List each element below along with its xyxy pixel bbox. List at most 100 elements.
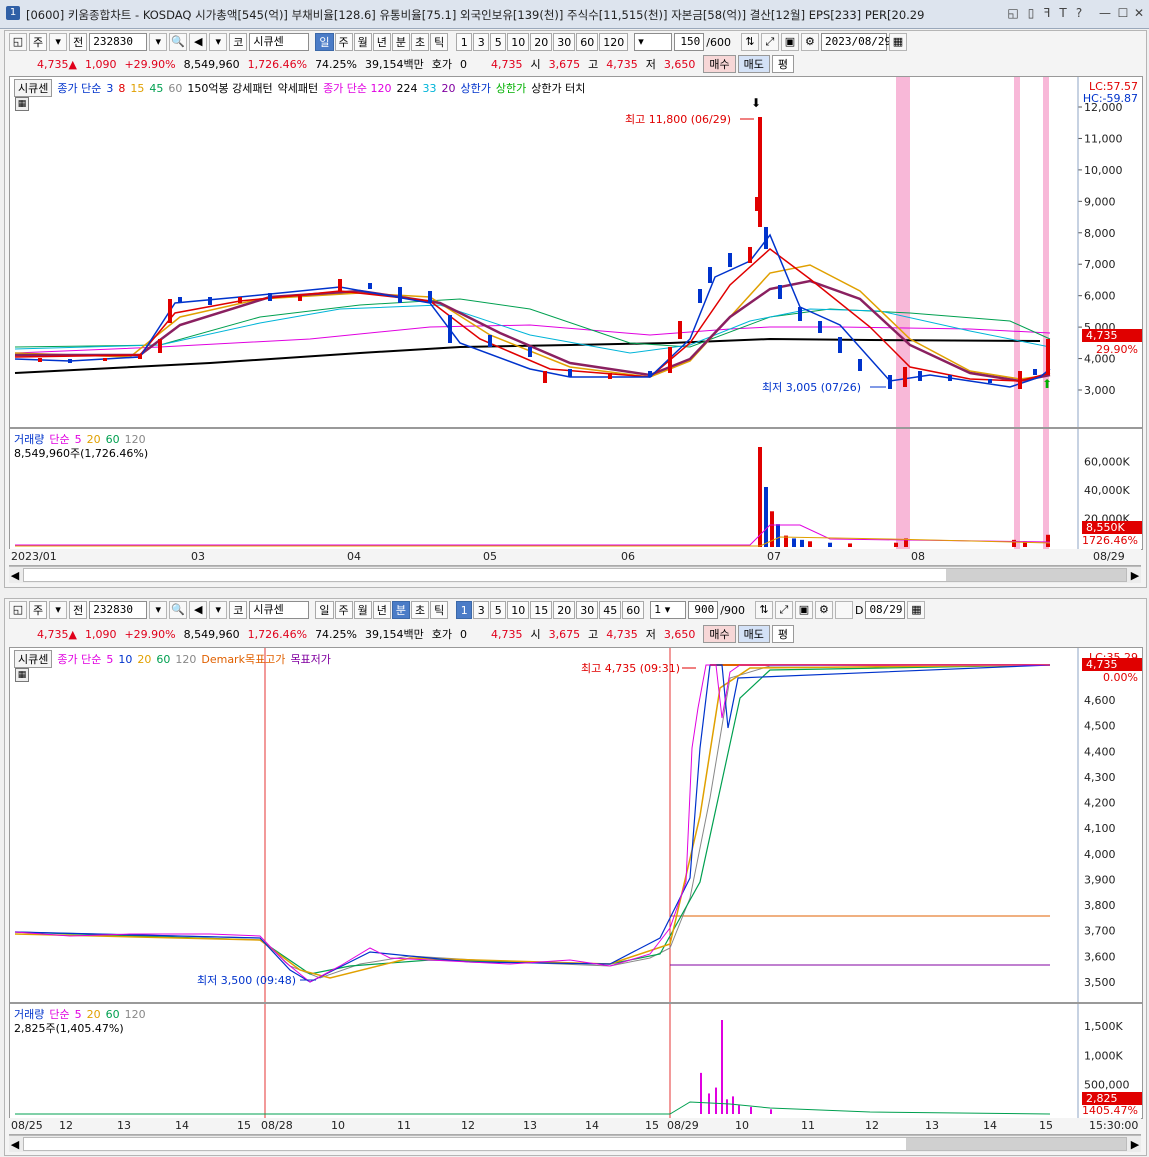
interval-select[interactable]: ▾ (634, 33, 673, 51)
interval-1[interactable]: 3 (473, 601, 490, 619)
period-0[interactable]: 일 (315, 33, 334, 51)
period-5[interactable]: 초 (411, 601, 430, 619)
scroll-track[interactable] (23, 568, 1127, 582)
mode-all-button[interactable]: 전 (69, 601, 88, 619)
stock-code-input[interactable]: 232830 (89, 601, 148, 619)
period-6[interactable]: 틱 (430, 601, 449, 619)
interval-8[interactable]: 60 (622, 601, 645, 619)
avg-button[interactable]: 평 (771, 625, 794, 643)
stock-name-field[interactable]: 시큐센 (249, 33, 310, 51)
period-6[interactable]: 틱 (430, 33, 449, 51)
count-input[interactable]: 900 (688, 601, 719, 619)
dropdown-icon[interactable]: ▾ (49, 601, 68, 619)
volume-chart[interactable]: 60,000K 40,000K 20,000K 거래량 단순 5 20 60 120… (9, 428, 1143, 550)
interval-5[interactable]: 30 (553, 33, 576, 51)
calendar-icon[interactable]: ▦ (907, 601, 926, 619)
interval-2[interactable]: 5 (490, 33, 507, 51)
settings-icon[interactable]: ⚙ (814, 601, 833, 619)
date-checkbox[interactable] (834, 601, 853, 619)
interval-3[interactable]: 10 (507, 601, 530, 619)
stock-name-field[interactable]: 시큐센 (249, 601, 310, 619)
date-input[interactable]: 08/29 (865, 601, 906, 619)
save-icon[interactable]: ▣ (780, 33, 799, 51)
interval-0[interactable]: 1 (456, 33, 473, 51)
close-icon[interactable]: ✕ (1130, 5, 1148, 21)
sell-button[interactable]: 매도 (737, 55, 770, 73)
interval-3[interactable]: 10 (507, 33, 530, 51)
minute-volume-chart[interactable]: 1,500K 1,000K 500,000 거래량 단순 5 20 60 120 2… (9, 1003, 1143, 1119)
dropdown-icon[interactable]: ▾ (49, 33, 68, 51)
date-input[interactable]: 2023/08/29 (820, 33, 891, 51)
restore-layout-icon[interactable]: ◱ (1004, 5, 1022, 21)
period-3[interactable]: 년 (372, 601, 391, 619)
interval-4[interactable]: 20 (530, 33, 553, 51)
mode-stock-button[interactable]: 주 (29, 601, 48, 619)
layout-icon[interactable]: ◱ (9, 33, 27, 51)
layout-icon[interactable]: ◱ (9, 601, 27, 619)
interval-2[interactable]: 5 (490, 601, 507, 619)
chart-scrollbar[interactable]: ◀ ▶ (9, 1135, 1141, 1152)
period-2[interactable]: 월 (353, 601, 372, 619)
help-icon[interactable]: ? (1070, 5, 1088, 21)
period-2[interactable]: 월 (353, 33, 372, 51)
app-number-badge[interactable]: 1 (6, 6, 20, 20)
sound-icon[interactable]: ◀ (189, 601, 208, 619)
interval-0[interactable]: 1 (456, 601, 473, 619)
interval-7[interactable]: 45 (599, 601, 622, 619)
code-dropdown-icon[interactable]: ▾ (149, 601, 168, 619)
mode-all-button[interactable]: 전 (69, 33, 88, 51)
scroll-thumb[interactable] (906, 1138, 1126, 1150)
count-input[interactable]: 150 (674, 33, 705, 51)
indicator-icon[interactable]: ⇅ (740, 33, 759, 51)
interval-6[interactable]: 30 (576, 601, 599, 619)
minimize-icon[interactable]: — (1096, 5, 1114, 21)
legend-stock-name[interactable]: 시큐센 (14, 79, 53, 97)
interval-5[interactable]: 20 (553, 601, 576, 619)
table-icon[interactable]: ▦ (15, 668, 29, 682)
legend-stock-name[interactable]: 시큐센 (14, 650, 53, 668)
interval-1[interactable]: 3 (473, 33, 490, 51)
avg-button[interactable]: 평 (771, 55, 794, 73)
sound-dropdown-icon[interactable]: ▾ (209, 601, 228, 619)
unit-select[interactable]: 1 ▾ (650, 601, 687, 619)
period-1[interactable]: 주 (334, 601, 353, 619)
indicator-icon[interactable]: ⇅ (754, 601, 773, 619)
scroll-thumb[interactable] (946, 569, 1126, 581)
tool-icon[interactable]: ⤢ (774, 601, 793, 619)
interval-6[interactable]: 60 (576, 33, 599, 51)
candle (608, 373, 612, 379)
search-icon[interactable]: 🔍 (169, 33, 188, 51)
sound-dropdown-icon[interactable]: ▾ (209, 33, 228, 51)
period-4[interactable]: 분 (391, 601, 410, 619)
buy-button[interactable]: 매수 (703, 55, 736, 73)
calendar-icon[interactable]: ▦ (888, 33, 907, 51)
mode-stock-button[interactable]: 주 (29, 33, 48, 51)
sell-button[interactable]: 매도 (737, 625, 770, 643)
minute-price-chart[interactable]: 4,600 4,500 4,400 4,300 4,200 4,100 4,000 3,900… (9, 647, 1143, 1003)
interval-4[interactable]: 15 (530, 601, 553, 619)
scroll-left-icon[interactable]: ◀ (9, 1138, 21, 1151)
table-icon[interactable]: ▦ (15, 97, 29, 111)
stock-code-input[interactable]: 232830 (89, 33, 148, 51)
search-icon[interactable]: 🔍 (169, 601, 188, 619)
period-1[interactable]: 주 (334, 33, 353, 51)
chart-scrollbar[interactable]: ◀ ▶ (9, 566, 1141, 583)
code-dropdown-icon[interactable]: ▾ (149, 33, 168, 51)
period-4[interactable]: 분 (391, 33, 410, 51)
settings-icon[interactable]: ⚙ (800, 33, 819, 51)
price-chart-canvas: 12,00011,00010,0009,0008,0007,0006,0005,… (14, 77, 1123, 427)
period-3[interactable]: 년 (372, 33, 391, 51)
scroll-right-icon[interactable]: ▶ (1129, 569, 1141, 582)
tool-icon[interactable]: ⤢ (760, 33, 779, 51)
save-icon[interactable]: ▣ (794, 601, 813, 619)
scroll-right-icon[interactable]: ▶ (1129, 1138, 1141, 1151)
price-chart[interactable]: 12,000 11,000 10,000 9,000 8,000 7,000 6,000 5,… (9, 76, 1143, 428)
sound-icon[interactable]: ◀ (189, 33, 208, 51)
period-5[interactable]: 초 (411, 33, 430, 51)
period-0[interactable]: 일 (315, 601, 334, 619)
date-tick-3: 05 (483, 550, 497, 563)
scroll-left-icon[interactable]: ◀ (9, 569, 21, 582)
buy-button[interactable]: 매수 (703, 625, 736, 643)
interval-7[interactable]: 120 (599, 33, 629, 51)
scroll-track[interactable] (23, 1137, 1127, 1151)
